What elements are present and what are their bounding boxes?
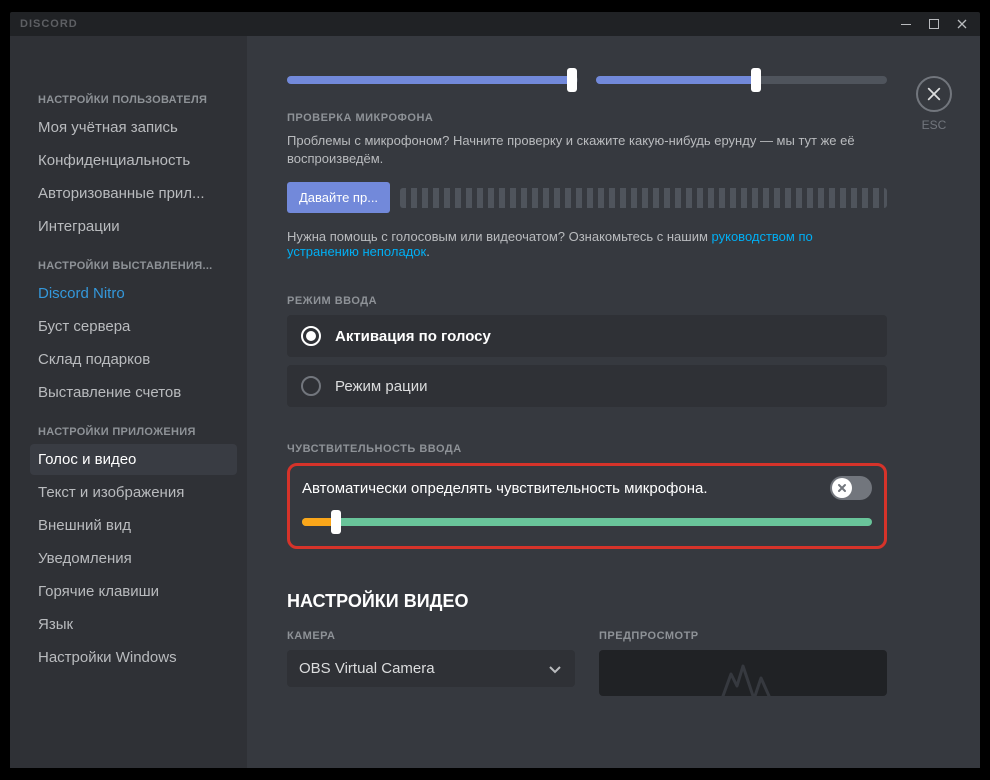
- app-brand: DISCORD: [20, 18, 78, 30]
- camera-label: КАМЕРА: [287, 630, 575, 642]
- camera-value: OBS Virtual Camera: [299, 660, 435, 677]
- mic-check-button[interactable]: Давайте пр...: [287, 182, 390, 213]
- sidebar-item-appearance[interactable]: Внешний вид: [30, 510, 237, 541]
- sidebar-item-text[interactable]: Текст и изображения: [30, 477, 237, 508]
- input-mode-ptt[interactable]: Режим рации: [287, 365, 887, 407]
- auto-sensitivity-row: Автоматически определять чувствительност…: [302, 476, 872, 500]
- window: DISCORD НАСТРОЙКИ ПОЛЬЗОВАТЕЛЯ Моя учётн…: [10, 12, 980, 768]
- sidebar-item-windows[interactable]: Настройки Windows: [30, 642, 237, 673]
- input-volume-slider[interactable]: [287, 76, 578, 84]
- close-settings-button[interactable]: [916, 76, 952, 112]
- radio-icon: [301, 376, 321, 396]
- sidebar-header-app: НАСТРОЙКИ ПРИЛОЖЕНИЯ: [38, 426, 237, 438]
- sidebar-item-language[interactable]: Язык: [30, 609, 237, 640]
- sensitivity-header: ЧУВСТВИТЕЛЬНОСТЬ ВВОДА: [287, 443, 887, 455]
- sensitivity-slider[interactable]: [302, 518, 872, 526]
- x-icon: [836, 482, 848, 494]
- sidebar-header-user: НАСТРОЙКИ ПОЛЬЗОВАТЕЛЯ: [38, 94, 237, 106]
- volume-sliders: [287, 76, 887, 84]
- mic-check-desc: Проблемы с микрофоном? Начните проверку …: [287, 132, 887, 168]
- sidebar-item-voice[interactable]: Голос и видео: [30, 444, 237, 475]
- sidebar-item-integrations[interactable]: Интеграции: [30, 211, 237, 242]
- sidebar-item-nitro[interactable]: Discord Nitro: [30, 278, 237, 309]
- maximize-button[interactable]: [920, 13, 948, 35]
- titlebar: DISCORD: [10, 12, 980, 36]
- input-mode-voice-label: Активация по голосу: [335, 328, 491, 345]
- input-mode-header: РЕЖИМ ВВОДА: [287, 295, 887, 307]
- close-window-button[interactable]: [948, 13, 976, 35]
- camera-col: КАМЕРА OBS Virtual Camera: [287, 630, 575, 696]
- mic-help-post: .: [426, 244, 430, 259]
- sidebar-item-billing[interactable]: Выставление счетов: [30, 377, 237, 408]
- sidebar-item-account[interactable]: Моя учётная запись: [30, 112, 237, 143]
- sidebar-item-notifications[interactable]: Уведомления: [30, 543, 237, 574]
- camera-preview: [599, 650, 887, 696]
- preview-col: ПРЕДПРОСМОТР: [599, 630, 887, 696]
- app-body: НАСТРОЙКИ ПОЛЬЗОВАТЕЛЯ Моя учётная запис…: [10, 36, 980, 768]
- input-mode-section: РЕЖИМ ВВОДА Активация по голосу Режим ра…: [287, 295, 887, 407]
- close-settings-label: ESC: [922, 118, 947, 132]
- preview-label: ПРЕДПРОСМОТР: [599, 630, 887, 642]
- settings-content[interactable]: ESC ПРОВЕРКА МИКРОФОНА Проблемы с микроф…: [247, 36, 980, 768]
- input-mode-voice[interactable]: Активация по голосу: [287, 315, 887, 357]
- preview-placeholder-icon: [703, 656, 783, 696]
- output-volume-slider[interactable]: [596, 76, 887, 84]
- sensitivity-block: Автоматически определять чувствительност…: [287, 463, 887, 549]
- sidebar-item-boost[interactable]: Буст сервера: [30, 311, 237, 342]
- mic-level-meter: [400, 188, 887, 208]
- window-controls: [892, 13, 976, 35]
- mic-help-pre: Нужна помощь с голосовым или видеочатом?…: [287, 229, 712, 244]
- sidebar-item-keybinds[interactable]: Горячие клавиши: [30, 576, 237, 607]
- toggle-knob: [832, 478, 852, 498]
- content-inner: ПРОВЕРКА МИКРОФОНА Проблемы с микрофоном…: [287, 76, 887, 696]
- close-icon: [926, 86, 942, 102]
- chevron-down-icon: [547, 661, 563, 677]
- close-settings: ESC: [916, 76, 952, 132]
- sidebar-item-gifts[interactable]: Склад подарков: [30, 344, 237, 375]
- input-mode-ptt-label: Режим рации: [335, 378, 427, 395]
- settings-sidebar[interactable]: НАСТРОЙКИ ПОЛЬЗОВАТЕЛЯ Моя учётная запис…: [10, 36, 247, 768]
- video-row: КАМЕРА OBS Virtual Camera ПРЕДПРОСМОТР: [287, 630, 887, 696]
- auto-sensitivity-label: Автоматически определять чувствительност…: [302, 480, 708, 497]
- radio-icon: [301, 326, 321, 346]
- sidebar-item-privacy[interactable]: Конфиденциальность: [30, 145, 237, 176]
- auto-sensitivity-toggle[interactable]: [830, 476, 872, 500]
- minimize-button[interactable]: [892, 13, 920, 35]
- camera-select[interactable]: OBS Virtual Camera: [287, 650, 575, 687]
- sidebar-item-authorized[interactable]: Авторизованные прил...: [30, 178, 237, 209]
- sidebar-header-billing: НАСТРОЙКИ ВЫСТАВЛЕНИЯ...: [38, 260, 237, 272]
- mic-check-row: Давайте пр...: [287, 182, 887, 213]
- mic-help-text: Нужна помощь с голосовым или видеочатом?…: [287, 229, 887, 259]
- mic-check-header: ПРОВЕРКА МИКРОФОНА: [287, 112, 887, 124]
- video-settings-header: НАСТРОЙКИ ВИДЕО: [287, 591, 887, 612]
